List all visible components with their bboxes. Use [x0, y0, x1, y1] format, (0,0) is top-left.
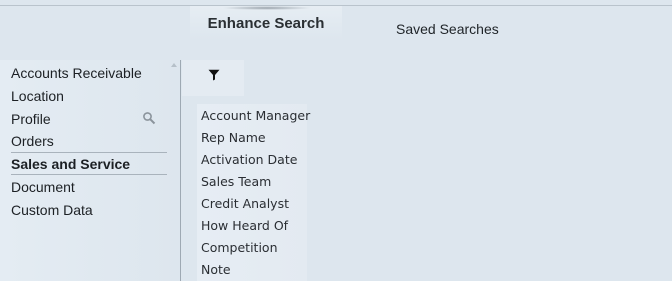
sidebar-item-document[interactable]: Document — [11, 178, 75, 196]
field-sales-team[interactable]: Sales Team — [201, 174, 271, 190]
field-credit-analyst[interactable]: Credit Analyst — [201, 196, 289, 212]
scroll-up-arrow-icon[interactable] — [171, 63, 177, 67]
filter-icon[interactable] — [208, 69, 220, 81]
field-competition[interactable]: Competition — [201, 240, 278, 256]
search-icon[interactable] — [142, 111, 156, 125]
sidebar-item-orders[interactable]: Orders — [11, 132, 54, 150]
selected-item-top-divider — [11, 152, 167, 153]
field-activation-date[interactable]: Activation Date — [201, 152, 297, 168]
tab-saved-searches[interactable]: Saved Searches — [396, 21, 499, 37]
sidebar-item-accounts-receivable[interactable]: Accounts Receivable — [11, 64, 142, 82]
tab-enhance-search-label: Enhance Search — [207, 15, 325, 32]
sidebar-item-sales-and-service[interactable]: Sales and Service — [11, 155, 130, 173]
field-account-manager[interactable]: Account Manager — [201, 108, 310, 124]
sidebar-item-profile[interactable]: Profile — [11, 110, 51, 128]
field-how-heard-of[interactable]: How Heard Of — [201, 218, 288, 234]
sidebar-item-custom-data[interactable]: Custom Data — [11, 201, 93, 219]
field-rep-name[interactable]: Rep Name — [201, 130, 266, 146]
tab-bar: Enhance Search Saved Searches — [0, 6, 672, 40]
active-tab-indicator — [222, 6, 312, 10]
selected-item-bottom-divider — [11, 174, 167, 175]
sidebar-item-location[interactable]: Location — [11, 87, 64, 105]
tab-enhance-search[interactable]: Enhance Search — [190, 6, 342, 40]
field-note[interactable]: Note — [201, 262, 231, 278]
